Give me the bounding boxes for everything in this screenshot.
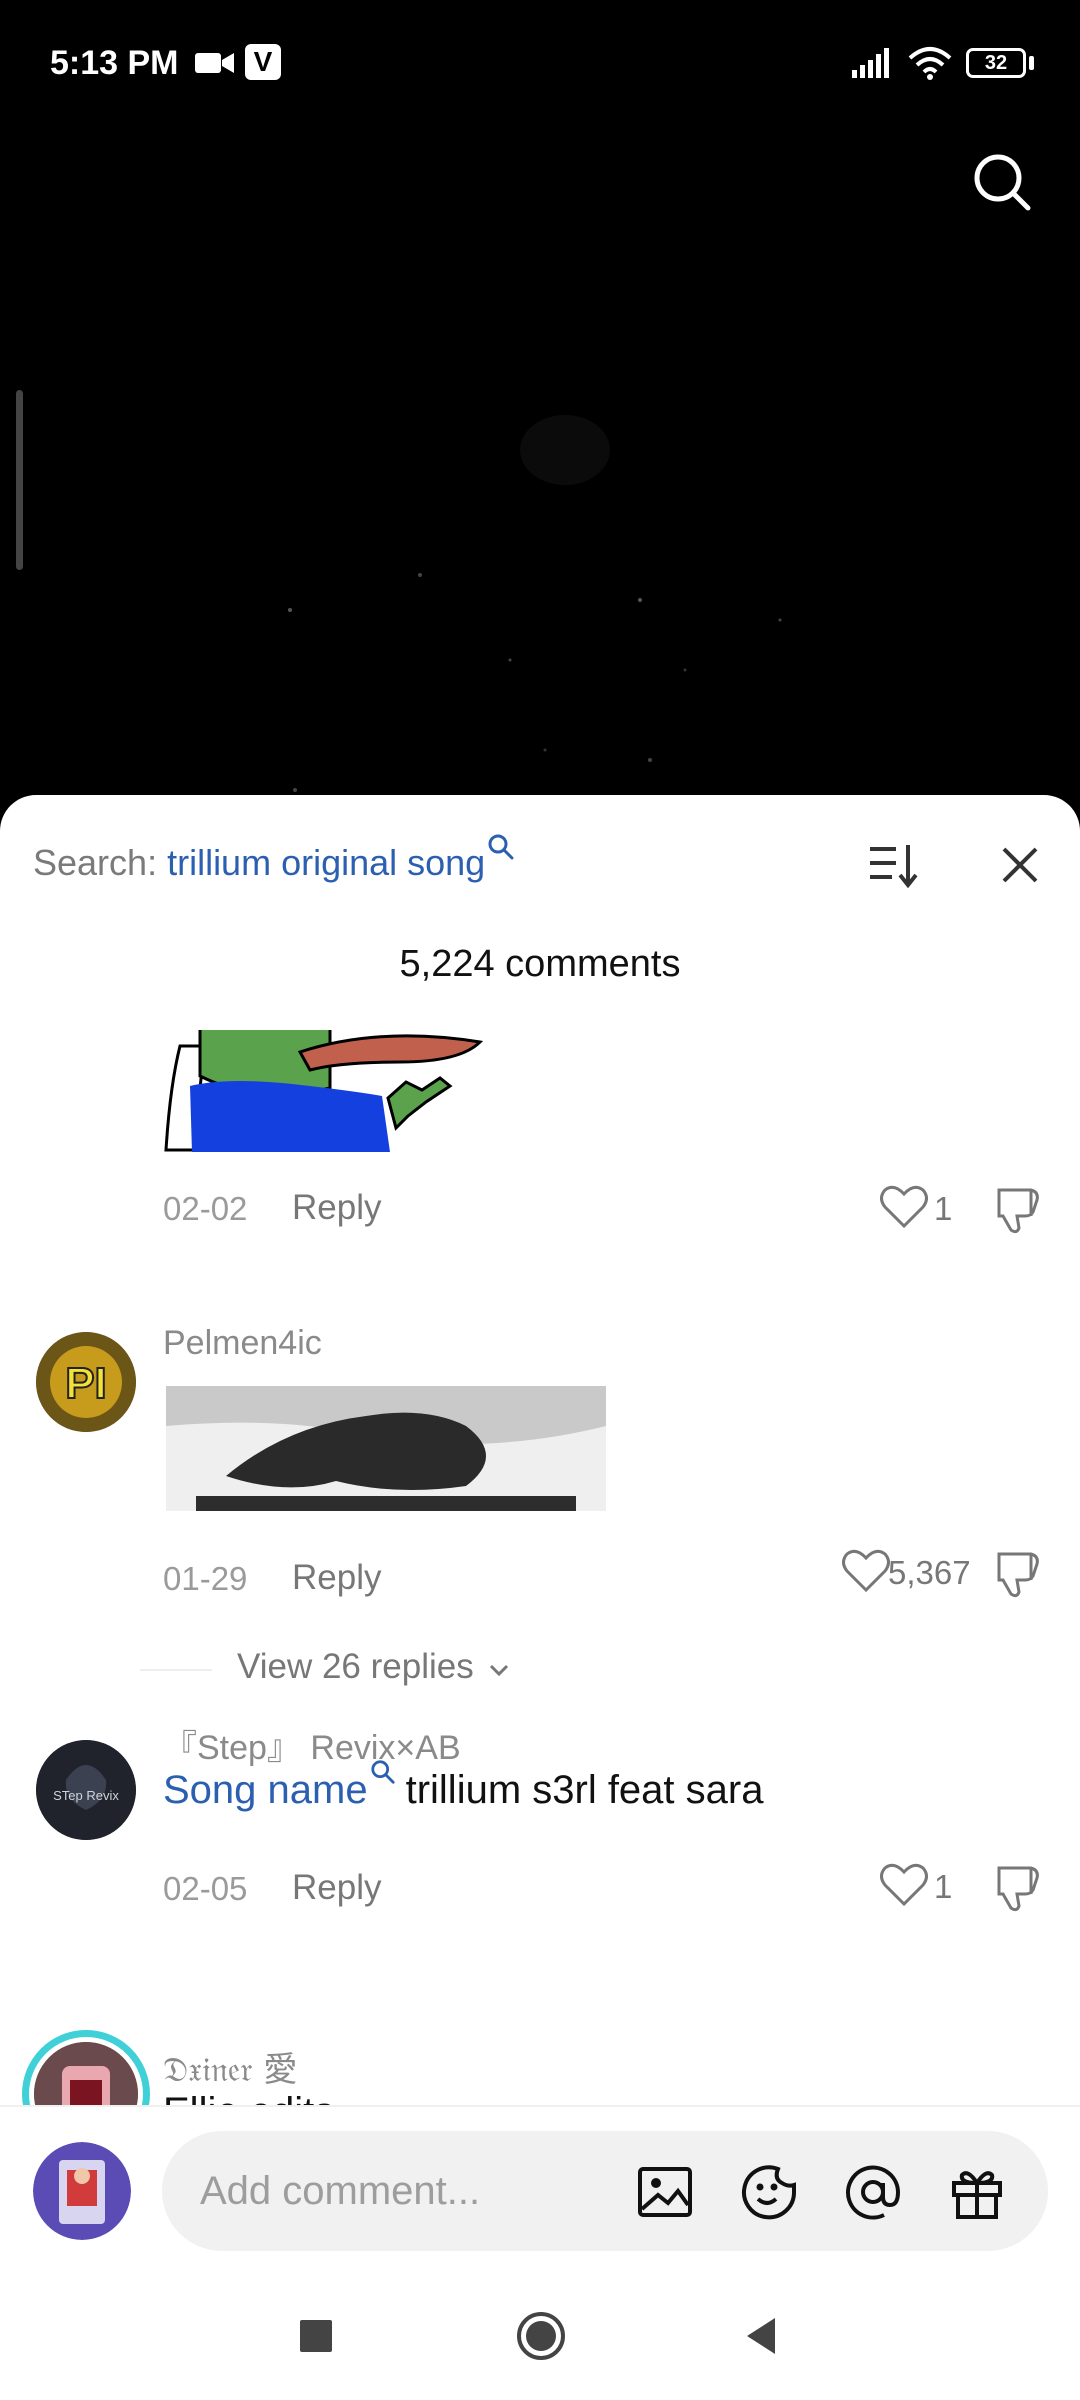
like-count: 1 bbox=[934, 1868, 953, 1905]
like-count: 1 bbox=[934, 1190, 953, 1227]
dislike-icon[interactable] bbox=[993, 1548, 1045, 1600]
nav-back-icon[interactable] bbox=[735, 2308, 791, 2364]
comment-username[interactable]: 𝔇𝔵𝔦𝔫𝔢𝔯 愛 bbox=[163, 2042, 297, 2091]
svg-text:STep Revix: STep Revix bbox=[53, 1788, 119, 1803]
close-icon[interactable] bbox=[990, 835, 1050, 895]
system-nav-bar bbox=[0, 2270, 1080, 2400]
sort-icon[interactable] bbox=[862, 835, 922, 895]
battery-level: 32 bbox=[984, 52, 1008, 74]
cell-signal-icon bbox=[852, 48, 889, 78]
avatar-image: STep Revix bbox=[36, 1740, 136, 1840]
comment-image-content bbox=[166, 1386, 606, 1511]
reply-button[interactable]: Reply bbox=[292, 1188, 381, 1228]
search-query-link[interactable]: trillium original song bbox=[167, 842, 485, 883]
reply-button[interactable]: Reply bbox=[292, 1558, 381, 1598]
replies-divider bbox=[140, 1669, 212, 1671]
scroll-indicator bbox=[16, 390, 23, 570]
nav-home-icon[interactable] bbox=[513, 2308, 569, 2364]
video-player[interactable] bbox=[0, 130, 1080, 800]
emoji-icon[interactable] bbox=[738, 2161, 800, 2223]
comment-date: 02-05 bbox=[163, 1870, 248, 1907]
comment-count: 5,224 comments bbox=[399, 943, 681, 985]
chevron-down-icon bbox=[489, 1664, 509, 1677]
song-search-icon bbox=[370, 1760, 395, 1784]
avatar-image: PI bbox=[36, 1332, 136, 1432]
search-link-icon bbox=[488, 834, 514, 860]
comment-username[interactable]: Pelmen4ic bbox=[163, 1324, 322, 1363]
status-time: 5:13 PM bbox=[50, 44, 179, 82]
comment-input-placeholder: Add comment... bbox=[200, 2169, 481, 2213]
like-button[interactable]: 1 bbox=[800, 1856, 990, 1916]
image-icon[interactable] bbox=[634, 2161, 696, 2223]
comment-input[interactable]: Add comment... bbox=[162, 2131, 1048, 2251]
comment-sticker-image bbox=[164, 1030, 484, 1152]
view-replies-label[interactable]: View 26 replies bbox=[237, 1647, 474, 1687]
my-avatar[interactable] bbox=[33, 2142, 131, 2240]
like-button[interactable]: 1 bbox=[800, 1178, 990, 1238]
song-name-link[interactable]: Song name bbox=[163, 1768, 368, 1812]
video-frame bbox=[288, 415, 782, 792]
like-count: 5,367 bbox=[888, 1554, 971, 1591]
comment-body: trillium s3rl feat sara bbox=[405, 1768, 764, 1812]
battery-tip bbox=[1029, 56, 1034, 70]
avatar[interactable]: PI bbox=[36, 1332, 136, 1432]
reply-button[interactable]: Reply bbox=[292, 1868, 381, 1908]
at-icon[interactable] bbox=[842, 2161, 904, 2223]
comment-text: Song name trillium s3rl feat sara bbox=[163, 1760, 764, 1813]
battery-indicator: 32 bbox=[966, 48, 1026, 78]
comment-date: 02-02 bbox=[163, 1190, 248, 1227]
heart-icon bbox=[880, 1185, 928, 1228]
avatar[interactable]: STep Revix bbox=[36, 1740, 136, 1840]
video-camera-icon bbox=[195, 53, 234, 73]
comment-input-bar: Add comment... bbox=[0, 2105, 1080, 2272]
heart-icon bbox=[842, 1549, 890, 1592]
search-icon[interactable] bbox=[970, 150, 1034, 214]
comment-image[interactable] bbox=[166, 1386, 606, 1511]
comment-date: 01-29 bbox=[163, 1560, 248, 1597]
status-bar: 5:13 PM V 32 bbox=[0, 0, 1080, 130]
comment-list[interactable]: 02-02 Reply 1 PI Pelmen4ic 01-29 Reply 5… bbox=[0, 1030, 1080, 2150]
nav-square-icon[interactable] bbox=[288, 2308, 344, 2364]
search-suggestion[interactable]: Search: trillium original song bbox=[33, 834, 514, 884]
gift-icon[interactable] bbox=[946, 2161, 1008, 2223]
sheet-header: Search: trillium original song bbox=[0, 795, 1080, 895]
app-badge-icon: V bbox=[245, 44, 281, 80]
dislike-icon[interactable] bbox=[993, 1862, 1045, 1914]
search-prefix: Search: bbox=[33, 842, 168, 883]
avatar-image bbox=[33, 2142, 131, 2240]
dislike-icon[interactable] bbox=[993, 1184, 1045, 1236]
wifi-icon bbox=[908, 47, 952, 80]
comment-username[interactable]: 『Step』 Revix×AB bbox=[163, 1720, 461, 1769]
svg-text:PI: PI bbox=[65, 1359, 107, 1408]
heart-icon bbox=[880, 1863, 928, 1906]
